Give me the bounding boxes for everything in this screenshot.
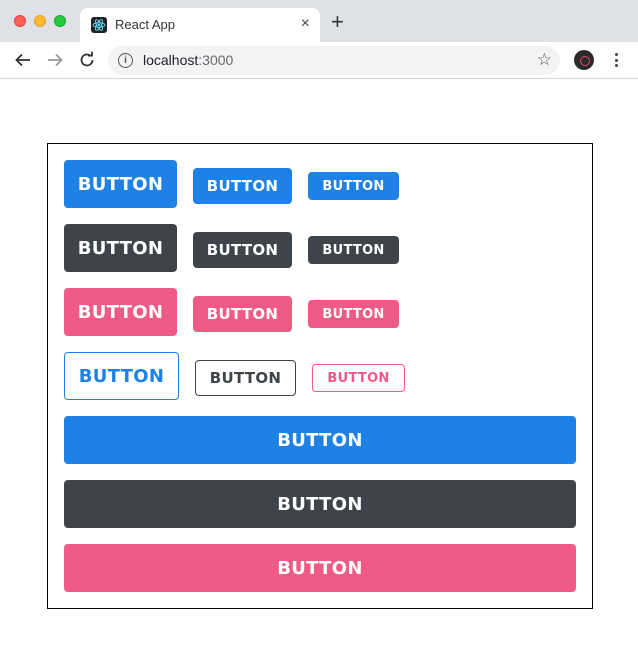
info-icon[interactable]: i bbox=[118, 53, 133, 68]
react-logo-icon bbox=[91, 17, 107, 33]
reload-icon[interactable] bbox=[76, 49, 98, 71]
danger-medium-button[interactable]: BUTTON bbox=[193, 296, 292, 332]
secondary-block-button[interactable]: BUTTON bbox=[64, 480, 576, 528]
kebab-menu-icon[interactable] bbox=[609, 50, 623, 70]
primary-medium-button[interactable]: BUTTON bbox=[193, 168, 292, 204]
danger-block-button[interactable]: BUTTON bbox=[64, 544, 576, 592]
new-tab-button[interactable]: + bbox=[331, 11, 344, 33]
secondary-large-button[interactable]: BUTTON bbox=[64, 224, 177, 272]
star-icon[interactable]: ☆ bbox=[537, 50, 552, 70]
outline-secondary-medium-button[interactable]: BUTTON bbox=[195, 360, 296, 396]
tab-title: React App bbox=[115, 17, 175, 32]
secondary-small-button[interactable]: BUTTON bbox=[308, 236, 399, 264]
danger-small-button[interactable]: BUTTON bbox=[308, 300, 399, 328]
primary-block-button[interactable]: BUTTON bbox=[64, 416, 576, 464]
close-tab-icon[interactable]: × bbox=[301, 15, 310, 33]
browser-tab[interactable]: React App × bbox=[80, 8, 320, 42]
close-window-button[interactable] bbox=[14, 15, 26, 27]
url-host: localhost bbox=[143, 52, 199, 68]
address-bar[interactable]: i localhost:3000 ☆ bbox=[108, 46, 560, 75]
maximize-window-button[interactable] bbox=[54, 15, 66, 27]
outline-primary-large-button[interactable]: BUTTON bbox=[64, 352, 179, 400]
secondary-medium-button[interactable]: BUTTON bbox=[193, 232, 292, 268]
danger-large-button[interactable]: BUTTON bbox=[64, 288, 177, 336]
primary-small-button[interactable]: BUTTON bbox=[308, 172, 399, 200]
minimize-window-button[interactable] bbox=[34, 15, 46, 27]
primary-large-button[interactable]: BUTTON bbox=[64, 160, 177, 208]
url-text: localhost:3000 bbox=[143, 52, 233, 68]
browser-toolbar: i localhost:3000 ☆ bbox=[0, 42, 638, 79]
tab-strip: React App × + bbox=[0, 0, 638, 42]
button-showcase: BUTTON BUTTON BUTTON BUTTON BUTTON BUTTO… bbox=[47, 143, 593, 609]
forward-arrow-icon[interactable] bbox=[44, 49, 66, 71]
extension-icon[interactable] bbox=[574, 50, 594, 70]
outline-danger-small-button[interactable]: BUTTON bbox=[312, 364, 405, 392]
back-arrow-icon[interactable] bbox=[12, 49, 34, 71]
url-port: :3000 bbox=[198, 52, 234, 68]
